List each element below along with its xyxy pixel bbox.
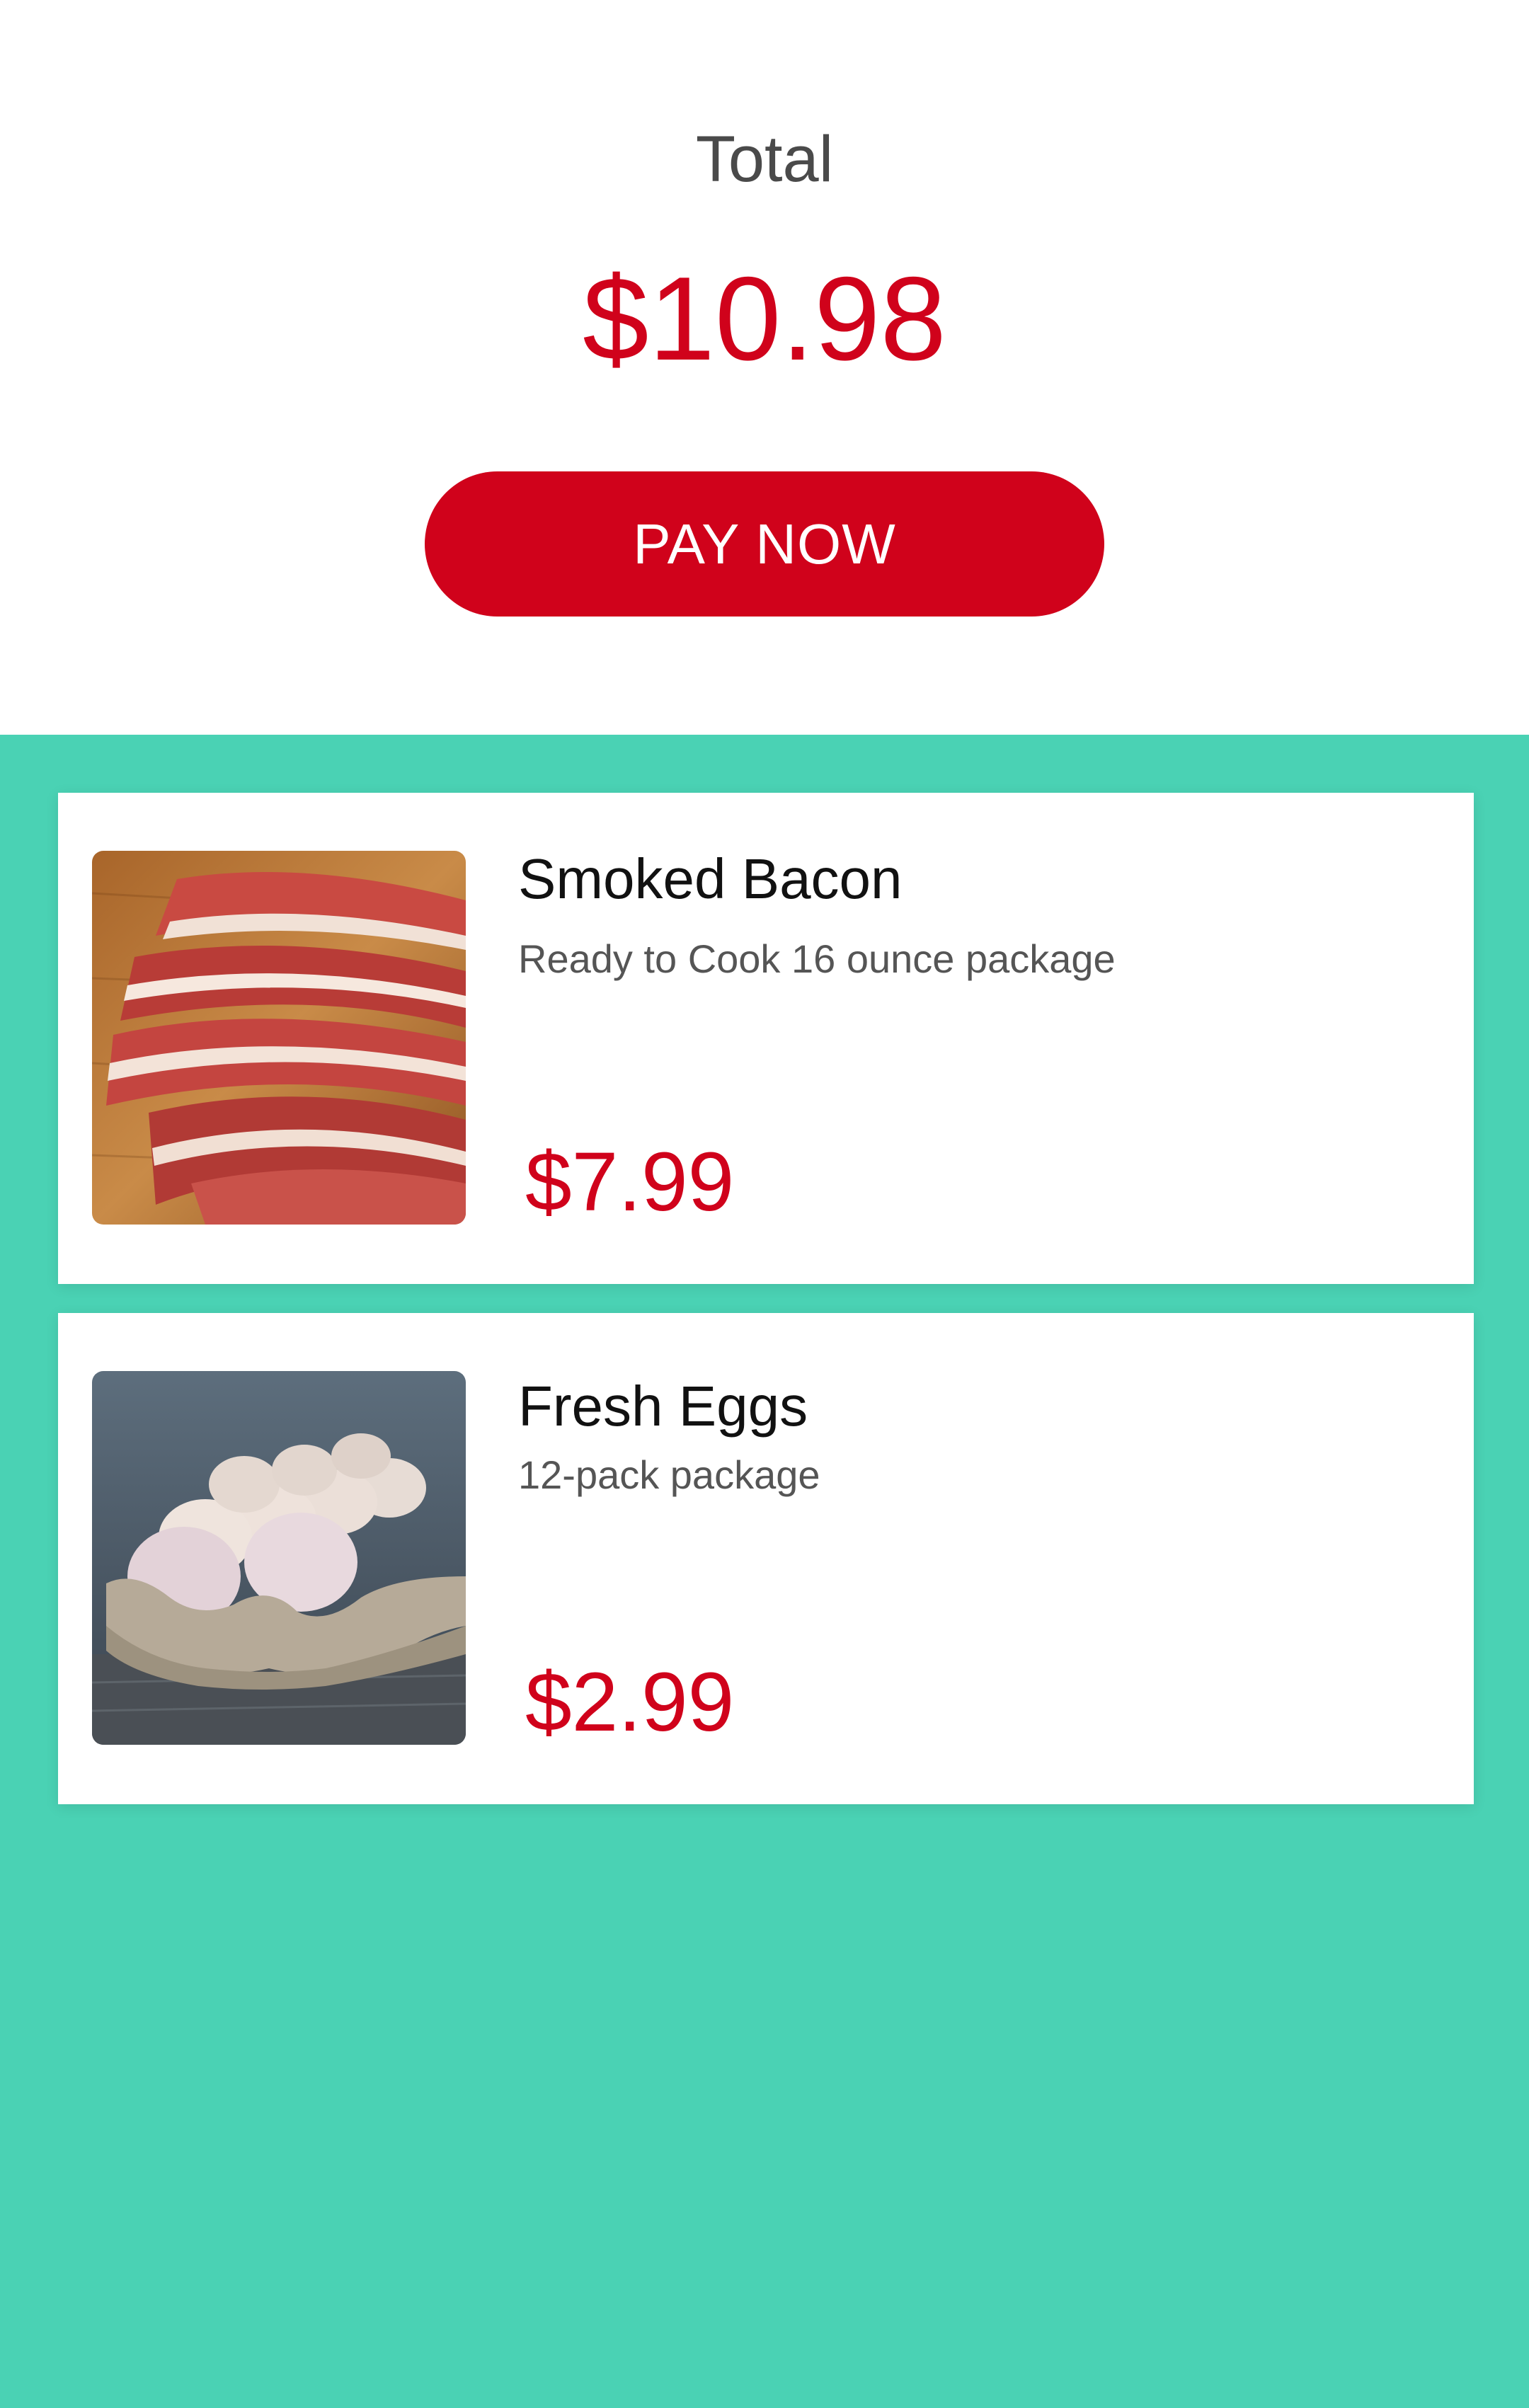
item-price: $7.99 xyxy=(525,1135,735,1229)
eggs-image xyxy=(92,1371,466,1745)
bacon-image xyxy=(92,851,466,1225)
pay-now-button[interactable]: PAY NOW xyxy=(425,471,1104,617)
item-title: Fresh Eggs xyxy=(518,1375,808,1438)
cart-item-bacon[interactable]: Smoked Bacon Ready to Cook 16 ounce pack… xyxy=(58,793,1474,1284)
checkout-header: Total $10.98 PAY NOW xyxy=(0,0,1529,735)
item-description: Ready to Cook 16 ounce package xyxy=(518,936,1116,981)
item-title: Smoked Bacon xyxy=(518,847,903,910)
item-description: 12-pack package xyxy=(518,1452,820,1497)
total-amount: $10.98 xyxy=(583,252,946,385)
cart-item-eggs[interactable]: Fresh Eggs 12-pack package $2.99 xyxy=(58,1313,1474,1804)
item-price: $2.99 xyxy=(525,1656,735,1749)
total-label: Total xyxy=(695,123,834,195)
